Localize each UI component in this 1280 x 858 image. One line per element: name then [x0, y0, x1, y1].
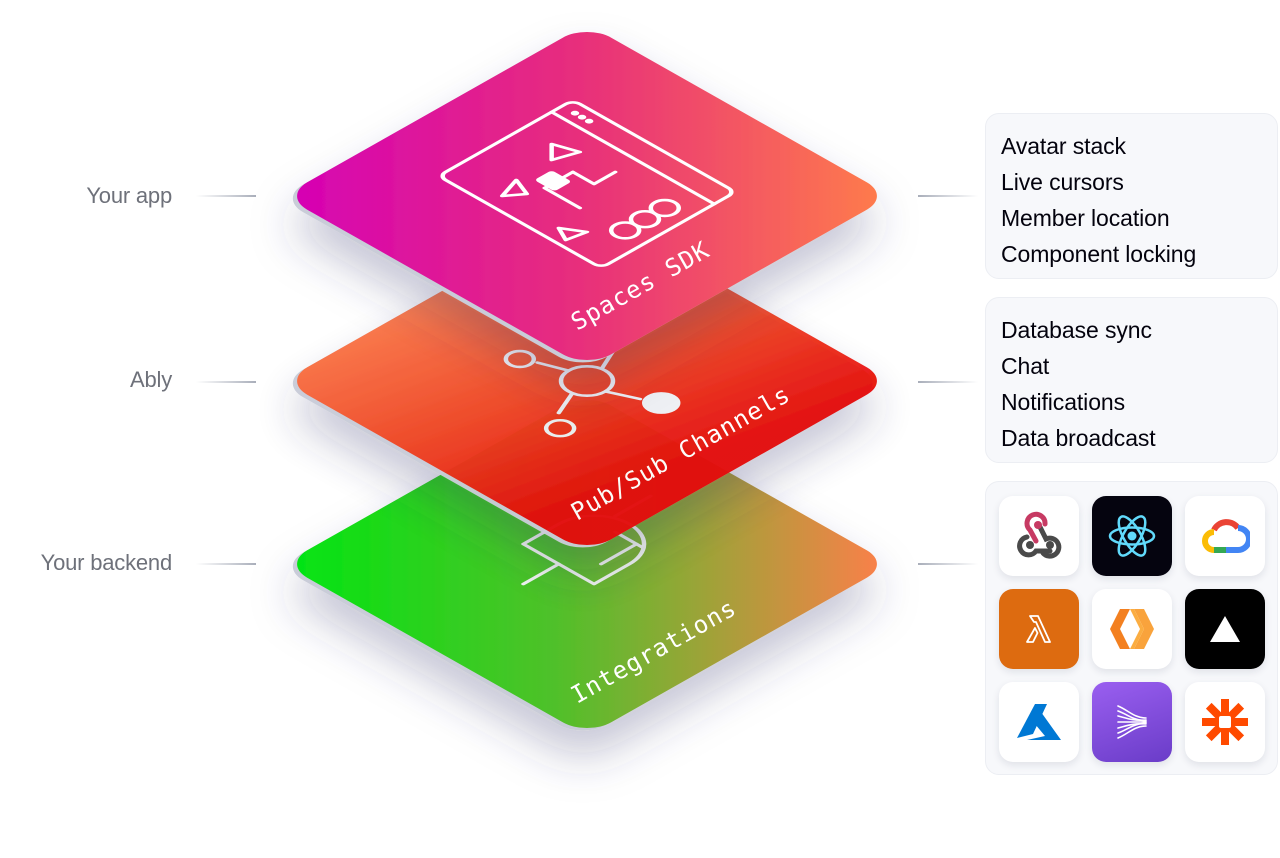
feature-data-broadcast: Data broadcast: [1001, 425, 1156, 451]
integration-tile-aws-lambda: [999, 589, 1079, 669]
integration-tile-cloudflare-workers: [1092, 589, 1172, 669]
spaces-features-panel: Avatar stack Live cursors Member locatio…: [985, 113, 1278, 279]
integration-tile-vercel: [1185, 589, 1265, 669]
azure-icon: [1017, 704, 1061, 740]
integration-tile-zapier: [1185, 682, 1265, 762]
zapier-icon: [1202, 699, 1248, 745]
vercel-icon: [1210, 616, 1240, 642]
react-icon: [1108, 515, 1156, 557]
feature-member-location: Member location: [1001, 205, 1170, 231]
feature-avatar-stack: Avatar stack: [1001, 133, 1126, 159]
kafka-stream-icon: [1117, 705, 1147, 739]
webhooks-icon: [1017, 511, 1062, 559]
layer-spaces-sdk: Spaces SDK: [292, 31, 877, 363]
feature-database-sync: Database sync: [1001, 317, 1152, 343]
feature-component-locking: Component locking: [1001, 241, 1197, 267]
integrations-panel: [985, 481, 1278, 775]
pubsub-features-panel: Database sync Chat Notifications Data br…: [985, 297, 1278, 463]
integration-tile-azure: [999, 682, 1079, 762]
feature-notifications: Notifications: [1001, 389, 1125, 415]
feature-chat: Chat: [1001, 353, 1050, 379]
integration-tile-webhooks: [999, 496, 1079, 576]
feature-live-cursors: Live cursors: [1001, 169, 1124, 195]
integration-tile-react: [1092, 496, 1172, 576]
integration-tile-kafka-stream: [1092, 682, 1172, 762]
cloudflare-workers-icon: [1110, 609, 1154, 649]
google-cloud-icon: [1202, 519, 1250, 553]
integration-tile-google-cloud: [1185, 496, 1265, 576]
aws-lambda-icon: [1026, 615, 1051, 643]
